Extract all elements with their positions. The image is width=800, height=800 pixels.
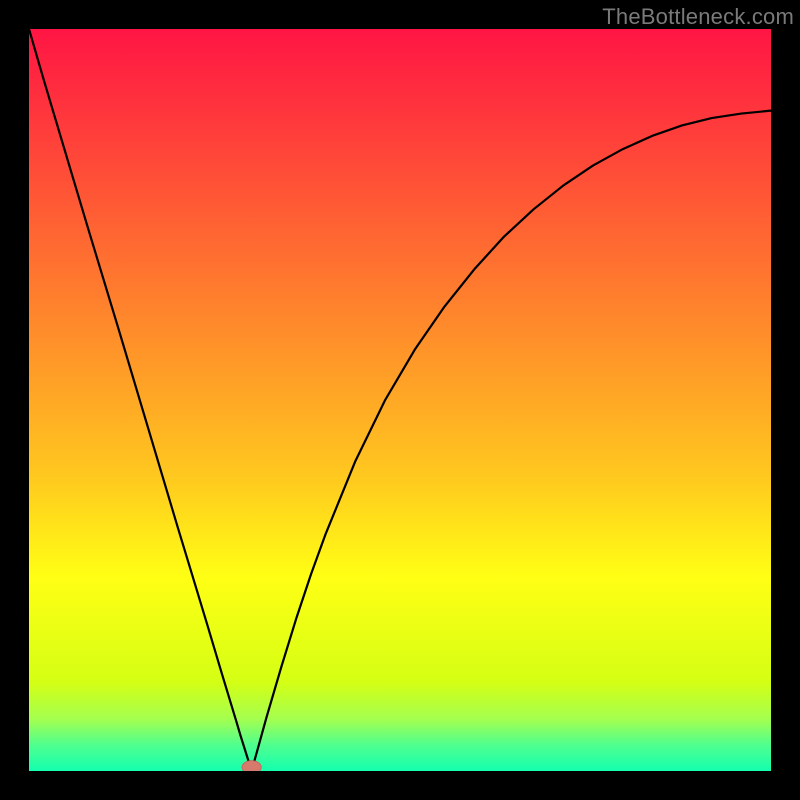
watermark-text: TheBottleneck.com (602, 4, 794, 30)
chart-frame: TheBottleneck.com (0, 0, 800, 800)
chart-svg (29, 29, 771, 771)
chart-plot-area (29, 29, 771, 771)
minimum-marker (242, 761, 261, 771)
